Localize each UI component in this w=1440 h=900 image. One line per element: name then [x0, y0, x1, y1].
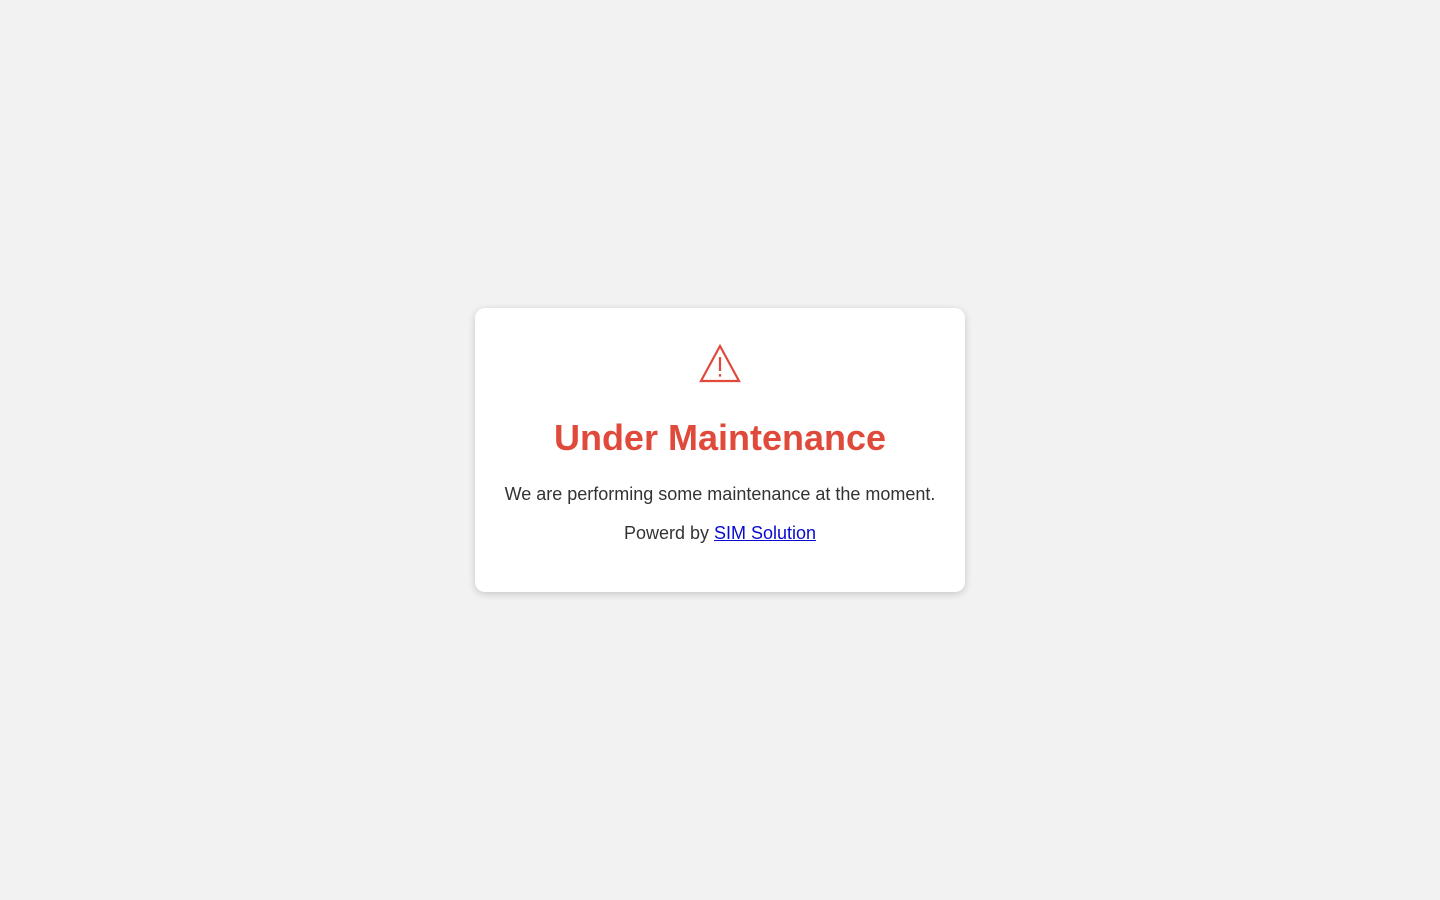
- powered-by-label: Powerd by: [623, 523, 709, 543]
- powered-by-line: Powerd by SIM Solution: [475, 522, 965, 544]
- page-title: Under Maintenance: [553, 417, 887, 458]
- warning-icon: [475, 344, 965, 388]
- maintenance-card: Under Maintenance We are performing some…: [475, 308, 965, 592]
- maintenance-message: We are performing some maintenance at th…: [504, 484, 936, 504]
- sim-solution-link[interactable]: SIM Solution: [714, 523, 816, 543]
